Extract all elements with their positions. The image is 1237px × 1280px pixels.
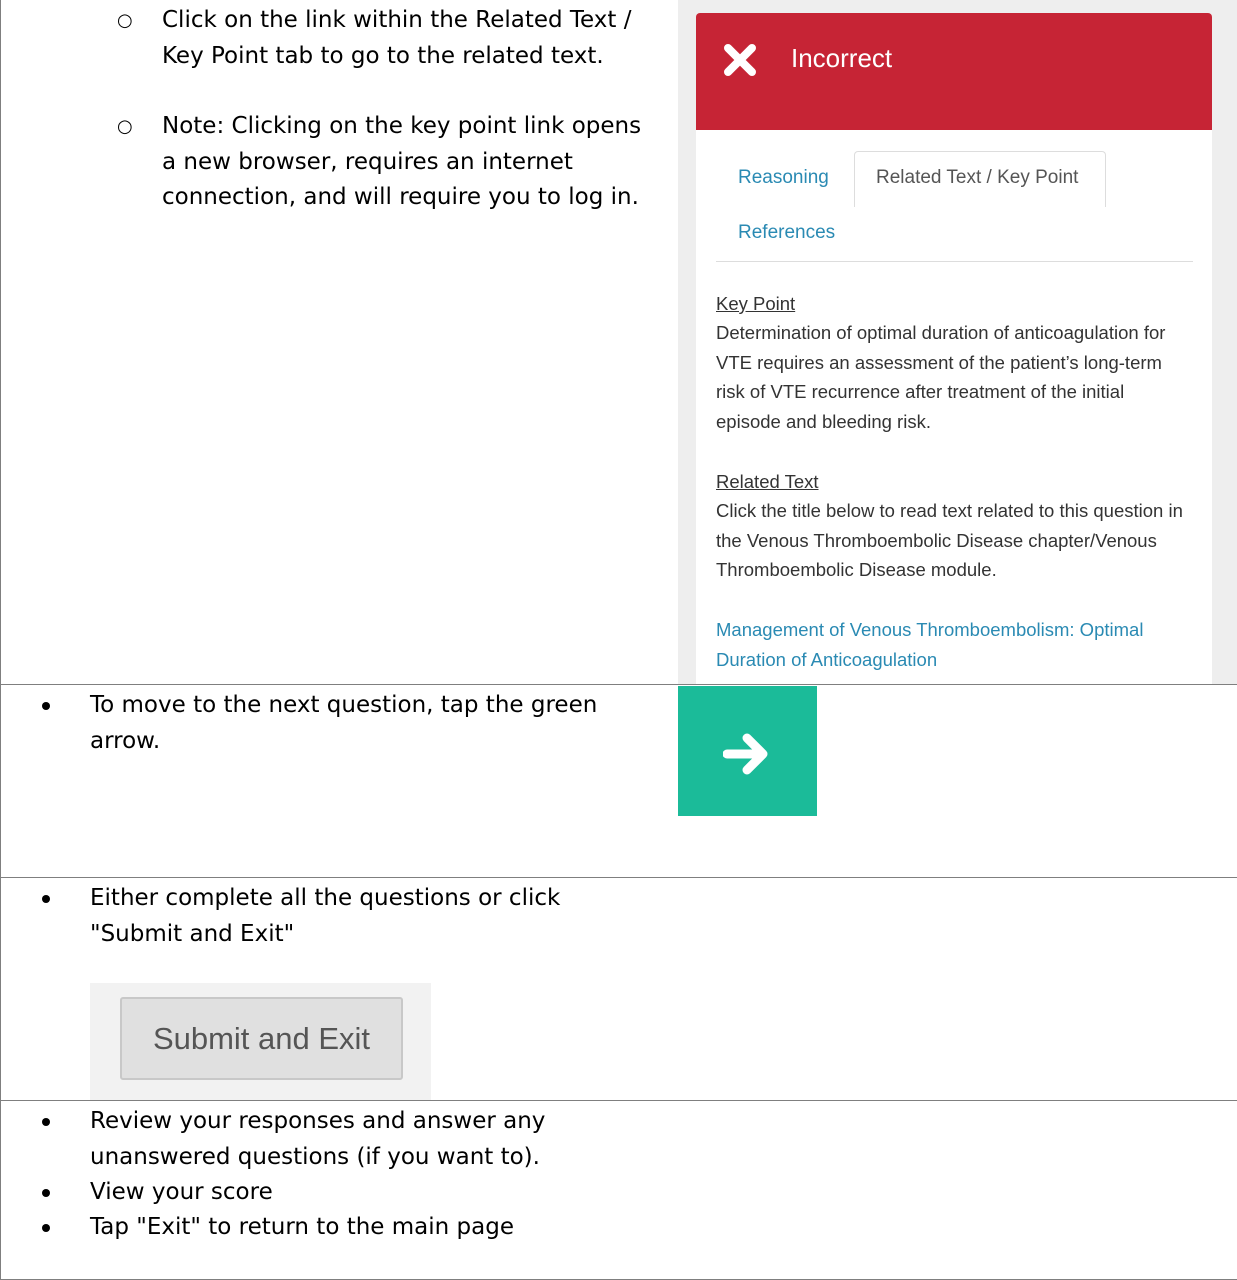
table-row: Review your responses and answer any una… bbox=[1, 1101, 1237, 1280]
tab-references[interactable]: References bbox=[738, 221, 835, 245]
feedback-card: Incorrect Reasoning Related Text / Key P… bbox=[696, 13, 1212, 684]
list-item: Review your responses and answer any una… bbox=[90, 1108, 546, 1170]
arrow-right-icon bbox=[723, 733, 768, 775]
list-item: Note: Clicking on the key point link ope… bbox=[162, 113, 642, 210]
bullet-marker bbox=[42, 702, 50, 710]
incorrect-label: Incorrect bbox=[791, 43, 893, 73]
tab-related-text-key-point[interactable]: Related Text / Key Point bbox=[854, 151, 1106, 207]
list-item: To move to the next question, tap the gr… bbox=[90, 692, 598, 754]
table-row: ○ Click on the link within the Related T… bbox=[1, 0, 1237, 685]
sub-bullet-marker: ○ bbox=[117, 116, 133, 137]
submit-exit-snapshot: Submit and Exit bbox=[90, 983, 431, 1100]
bullet-marker bbox=[42, 1224, 50, 1232]
bullet-marker bbox=[42, 1118, 50, 1126]
instructions-table: ○ Click on the link within the Related T… bbox=[0, 0, 1237, 1280]
bullet-marker bbox=[42, 1189, 50, 1197]
incorrect-banner: Incorrect bbox=[696, 13, 1212, 130]
list-item: View your score bbox=[90, 1179, 273, 1205]
close-x-icon bbox=[724, 44, 756, 76]
table-row: To move to the next question, tap the gr… bbox=[1, 685, 1237, 878]
next-question-button[interactable] bbox=[678, 686, 817, 816]
sub-bullet-marker: ○ bbox=[117, 10, 133, 31]
submit-and-exit-button[interactable]: Submit and Exit bbox=[120, 997, 403, 1080]
tab-reasoning[interactable]: Reasoning bbox=[738, 166, 829, 190]
key-point-text: Determination of optimal duration of ant… bbox=[716, 322, 1166, 433]
app-screenshot: Incorrect Reasoning Related Text / Key P… bbox=[678, 0, 1237, 684]
related-text-link[interactable]: Management of Venous Thromboembolism: Op… bbox=[716, 615, 1194, 674]
key-point-heading: Key Point bbox=[716, 293, 796, 314]
list-item: Click on the link within the Related Tex… bbox=[162, 7, 632, 69]
related-text-heading: Related Text bbox=[716, 471, 819, 492]
list-item: Tap "Exit" to return to the main page bbox=[90, 1214, 514, 1240]
tab-divider bbox=[716, 261, 1193, 262]
list-item: Either complete all the questions or cli… bbox=[90, 885, 561, 947]
tab-label: Related Text / Key Point bbox=[876, 167, 1079, 188]
related-text-body: Click the title below to read text relat… bbox=[716, 500, 1183, 581]
bullet-marker bbox=[42, 895, 50, 903]
